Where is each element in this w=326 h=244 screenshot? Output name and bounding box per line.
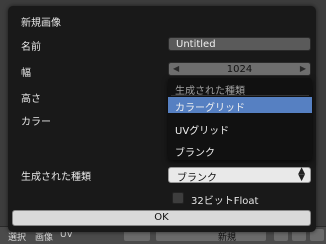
menu-item-blank[interactable]: ブランク [168, 142, 312, 159]
generated-type-label: 生成された種類 [21, 172, 91, 183]
width-number-field[interactable]: ◀ 1024 ▶ [168, 62, 311, 76]
menu-item-uv-grid[interactable]: UVグリッド [168, 120, 312, 137]
menu-item-label: カラーグリッド [175, 103, 245, 114]
generated-type-value: ブランク [177, 173, 217, 184]
color-label: カラー [21, 117, 51, 128]
float-label: 32ビットFloat [191, 196, 259, 207]
updown-arrow-icon: ▲ ▼ [298, 166, 305, 183]
name-input[interactable]: Untitled [168, 37, 311, 51]
name-value: Untitled [176, 39, 216, 50]
menu-item-color-grid[interactable]: カラーグリッド [168, 97, 312, 114]
name-label: 名前 [21, 42, 41, 53]
width-value: 1024 [226, 64, 253, 75]
generated-type-select[interactable]: ブランク ▲ ▼ [168, 166, 311, 184]
increment-arrow-icon[interactable]: ▶ [300, 64, 306, 73]
dialog-title: 新規画像 [21, 18, 61, 29]
ok-button[interactable]: OK [12, 210, 311, 226]
width-label: 幅 [21, 68, 31, 79]
menu-item-label: UVグリッド [175, 126, 230, 137]
menu-item-label: ブランク [175, 148, 215, 159]
float-checkbox[interactable] [172, 192, 184, 204]
generated-type-dropdown-menu: 生成された種類 カラーグリッド UVグリッド ブランク [168, 78, 312, 160]
height-label: 高さ [21, 94, 41, 105]
dropdown-separator [171, 95, 309, 96]
